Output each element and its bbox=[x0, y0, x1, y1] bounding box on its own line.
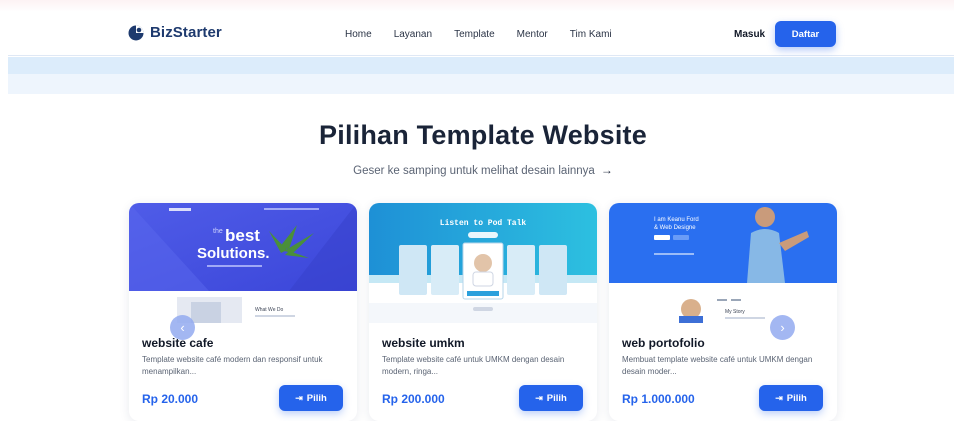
arrow-right-icon: → bbox=[600, 163, 613, 177]
nav-layanan[interactable]: Layanan bbox=[394, 29, 432, 40]
subtitle-text: Geser ke samping untuk melihat desain la… bbox=[353, 165, 595, 177]
top-accent-line bbox=[0, 0, 954, 12]
preview-headline-2: & Web Designe bbox=[654, 225, 696, 231]
template-preview-image: Listen to Pod Talk bbox=[369, 203, 597, 323]
slider-next-button[interactable]: › bbox=[770, 315, 795, 340]
login-arrow-icon: ⇥ bbox=[295, 392, 303, 403]
logo-text: BizStarter bbox=[150, 24, 222, 41]
preview-section-label: What We Do bbox=[255, 307, 283, 313]
preview-headline-2: Solutions. bbox=[197, 245, 270, 262]
preview-headline-small: the bbox=[213, 228, 223, 235]
login-arrow-icon: ⇥ bbox=[535, 392, 543, 403]
card-description: Membuat template website café untuk UMKM… bbox=[622, 355, 813, 376]
nav-template[interactable]: Template bbox=[454, 29, 495, 40]
card-price: Rp 20.000 bbox=[142, 392, 199, 406]
cafe-preview-graphic: the best Solutions. What We Do bbox=[129, 203, 357, 323]
hero-band bbox=[8, 57, 954, 74]
login-link[interactable]: Masuk bbox=[734, 29, 765, 40]
select-button-label: Pilih bbox=[546, 392, 567, 404]
section-subtitle: Geser ke samping untuk melihat desain la… bbox=[0, 163, 954, 177]
section-title: Pilihan Template Website bbox=[319, 120, 647, 150]
card-title: web portofolio bbox=[622, 336, 705, 350]
logo-icon bbox=[128, 25, 144, 40]
nav-mentor[interactable]: Mentor bbox=[517, 29, 548, 40]
template-card[interactable]: Listen to Pod Talk website umkm Template… bbox=[369, 203, 597, 421]
navbar: BizStarter Home Layanan Template Mentor … bbox=[8, 12, 954, 56]
card-description: Template website café modern dan respons… bbox=[142, 355, 323, 376]
select-template-button[interactable]: ⇥ Pilih bbox=[279, 385, 343, 411]
slider-prev-button[interactable]: ‹ bbox=[170, 315, 195, 340]
login-arrow-icon: ⇥ bbox=[775, 392, 783, 403]
template-preview-image: the best Solutions. What We Do bbox=[129, 203, 357, 323]
chevron-left-icon: ‹ bbox=[180, 320, 185, 335]
select-template-button[interactable]: ⇥ Pilih bbox=[759, 385, 823, 411]
logo[interactable]: BizStarter bbox=[128, 24, 222, 41]
nav-tim-kami[interactable]: Tim Kami bbox=[570, 29, 612, 40]
nav-home[interactable]: Home bbox=[345, 29, 372, 40]
register-button[interactable]: Daftar bbox=[775, 21, 836, 47]
preview-headline: Listen to Pod Talk bbox=[440, 219, 527, 228]
card-description: Template website café untuk UMKM dengan … bbox=[382, 355, 565, 376]
preview-headline-big: best bbox=[225, 226, 260, 245]
card-price: Rp 1.000.000 bbox=[622, 392, 695, 406]
preview-section-label: My Story bbox=[725, 309, 745, 315]
select-button-label: Pilih bbox=[306, 392, 327, 404]
template-card[interactable]: I am Keanu Ford & Web Designe My Story w… bbox=[609, 203, 837, 421]
hero-band-light bbox=[8, 74, 954, 94]
preview-headline-1: I am Keanu Ford bbox=[654, 217, 699, 223]
template-card[interactable]: the best Solutions. What We Do website c… bbox=[129, 203, 357, 421]
select-template-button[interactable]: ⇥ Pilih bbox=[519, 385, 583, 411]
umkm-preview-graphic: Listen to Pod Talk bbox=[369, 203, 597, 323]
card-title: website umkm bbox=[382, 336, 465, 350]
card-price: Rp 200.000 bbox=[382, 392, 445, 406]
select-button-label: Pilih bbox=[786, 392, 807, 404]
main-menu: Home Layanan Template Mentor Tim Kami bbox=[345, 29, 612, 40]
template-preview-image: I am Keanu Ford & Web Designe My Story bbox=[609, 203, 837, 323]
portfolio-preview-graphic: I am Keanu Ford & Web Designe My Story bbox=[609, 203, 837, 323]
chevron-right-icon: › bbox=[780, 320, 785, 335]
